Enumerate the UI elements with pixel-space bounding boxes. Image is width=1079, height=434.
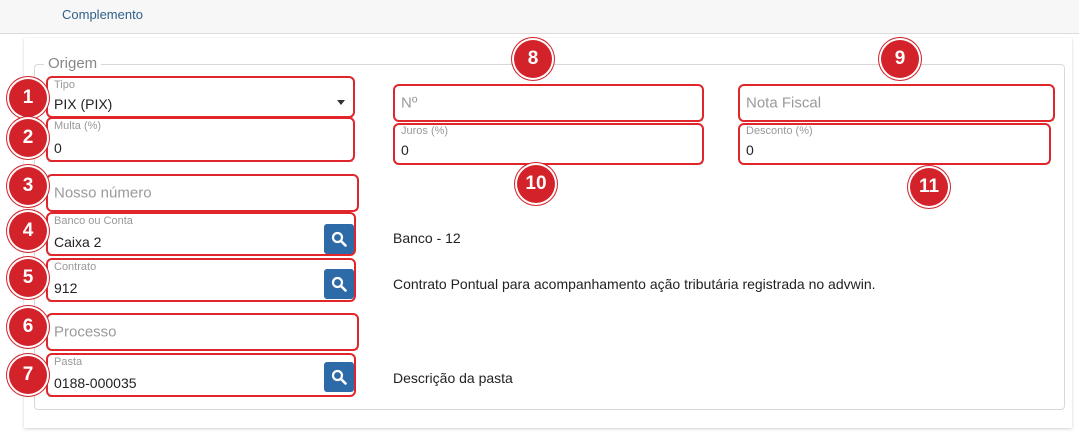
search-icon (331, 276, 347, 292)
desconto-value: 0 (746, 142, 754, 158)
nosso-numero-input[interactable]: Nosso número (48, 175, 358, 211)
badge-10: 10 (517, 165, 555, 203)
pasta-label: Pasta (54, 356, 83, 368)
banco-search-button[interactable] (324, 224, 354, 254)
badge-1: 1 (9, 79, 47, 117)
processo-input[interactable]: Processo (48, 314, 358, 350)
tipo-label: Tipo (54, 79, 75, 91)
search-icon (331, 231, 347, 247)
search-icon (331, 369, 347, 385)
contrato-description: Contrato Pontual para acompanhamento açã… (393, 276, 876, 292)
contrato-value: 912 (54, 280, 78, 296)
banco-conta-input[interactable]: Banco ou Conta Caixa 2 (48, 214, 322, 256)
banco-description: Banco - 12 (393, 230, 461, 246)
origem-legend: Origem (44, 55, 102, 72)
top-tab-bar: Complemento (0, 0, 1079, 34)
numero-input[interactable]: Nº (395, 85, 703, 121)
juros-input[interactable]: Juros (%) 0 (395, 124, 703, 164)
contrato-input[interactable]: Contrato 912 (48, 260, 322, 302)
banco-label: Banco ou Conta (54, 215, 133, 227)
tipo-value: PIX (PIX) (54, 96, 113, 112)
juros-label: Juros (%) (401, 125, 449, 137)
pasta-search-button[interactable] (324, 362, 354, 392)
multa-value: 0 (54, 140, 62, 156)
juros-value: 0 (401, 142, 409, 158)
multa-label: Multa (%) (54, 120, 102, 132)
badge-9: 9 (881, 40, 919, 78)
pasta-value: 0188-000035 (54, 375, 137, 391)
badge-4: 4 (9, 212, 47, 250)
pasta-input[interactable]: Pasta 0188-000035 (48, 355, 322, 397)
banco-value: Caixa 2 (54, 234, 102, 250)
contrato-label: Contrato (54, 261, 97, 273)
desconto-label: Desconto (%) (746, 125, 813, 137)
badge-11: 11 (910, 168, 948, 206)
contrato-search-button[interactable] (324, 269, 354, 299)
badge-7: 7 (9, 356, 47, 394)
tipo-select[interactable]: Tipo PIX (PIX) (48, 78, 353, 118)
badge-5: 5 (9, 259, 47, 297)
desconto-input[interactable]: Desconto (%) 0 (740, 124, 1050, 164)
nota-fiscal-placeholder: Nota Fiscal (746, 94, 822, 111)
badge-3: 3 (9, 167, 47, 205)
badge-2: 2 (9, 119, 47, 157)
nota-fiscal-input[interactable]: Nota Fiscal (740, 85, 1054, 121)
nosso-numero-placeholder: Nosso número (54, 184, 152, 201)
multa-input[interactable]: Multa (%) 0 (48, 119, 353, 162)
pasta-description: Descrição da pasta (393, 370, 513, 386)
numero-placeholder: Nº (401, 94, 418, 111)
badge-6: 6 (9, 308, 47, 346)
tab-complemento[interactable]: Complemento (62, 7, 143, 22)
badge-8: 8 (514, 40, 552, 78)
chevron-down-icon (337, 100, 345, 105)
processo-placeholder: Processo (54, 323, 117, 340)
